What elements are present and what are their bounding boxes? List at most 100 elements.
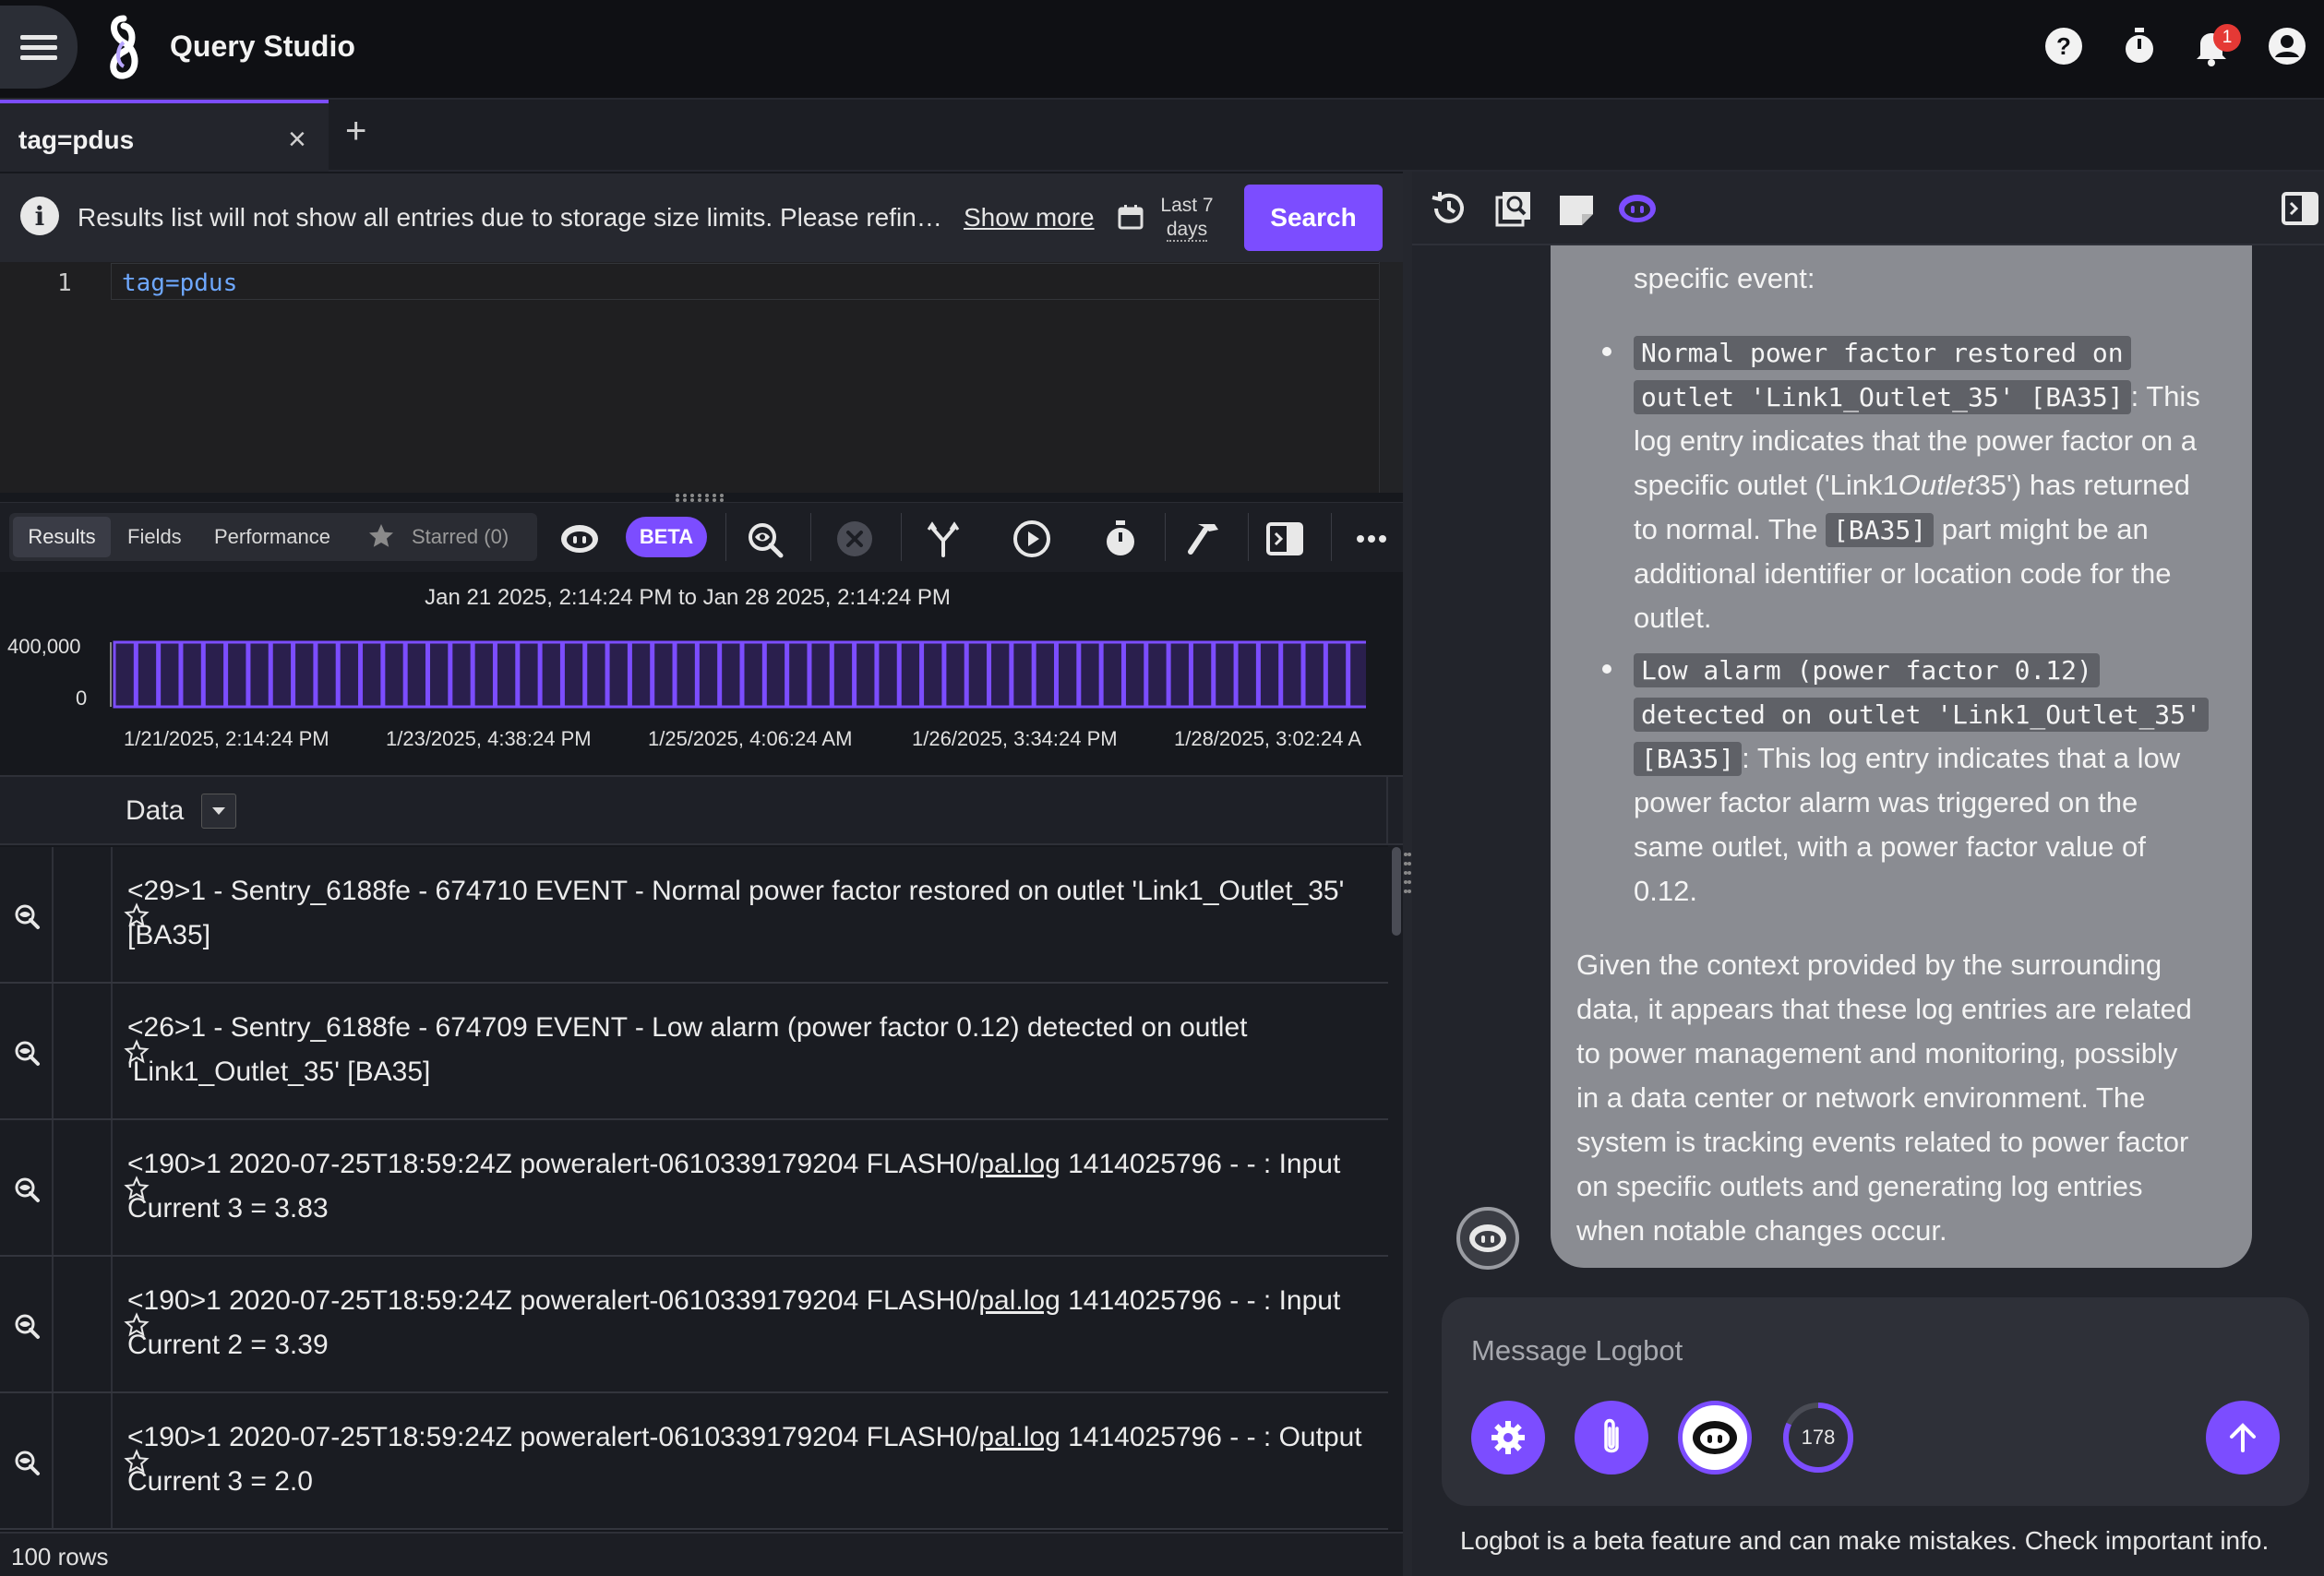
histogram-bar[interactable]: [517, 640, 541, 709]
inspect-icon[interactable]: [13, 1449, 41, 1476]
histogram-bar[interactable]: [876, 640, 900, 709]
file-link[interactable]: pal.log: [978, 1149, 1060, 1179]
histogram-bar[interactable]: [1100, 640, 1124, 709]
row-data[interactable]: <190>1 2020-07-25T18:59:24Z poweralert-0…: [127, 1279, 1373, 1367]
inspect-search-icon[interactable]: [746, 519, 786, 559]
table-scrollbar-thumb[interactable]: [1392, 847, 1401, 936]
table-row[interactable]: <29>1 - Sentry_6188fe - 674710 EVENT - N…: [0, 847, 1388, 984]
table-row[interactable]: <190>1 2020-07-25T18:59:24Z poweralert-0…: [0, 1393, 1388, 1530]
histogram-bar[interactable]: [270, 640, 294, 709]
play-icon[interactable]: [1012, 519, 1052, 559]
send-button[interactable]: [2206, 1401, 2280, 1475]
histogram-bar[interactable]: [1078, 640, 1102, 709]
logbot-icon[interactable]: [559, 519, 600, 559]
note-icon[interactable]: [1556, 188, 1597, 229]
histogram-bar[interactable]: [965, 640, 990, 709]
histogram-bar[interactable]: [1011, 640, 1035, 709]
more-options-icon[interactable]: [1351, 519, 1392, 559]
splitter-grip-icon[interactable]: [1403, 849, 1412, 904]
time-range-selector[interactable]: Last 7 days: [1150, 194, 1224, 242]
histogram-bar[interactable]: [1280, 640, 1304, 709]
histogram-bar[interactable]: [293, 640, 317, 709]
tab-results[interactable]: Results: [13, 517, 111, 557]
histogram-bar[interactable]: [1168, 640, 1192, 709]
histogram-bar[interactable]: [921, 640, 945, 709]
account-icon[interactable]: [2267, 26, 2307, 66]
row-data[interactable]: <26>1 - Sentry_6188fe - 674709 EVENT - L…: [127, 1006, 1373, 1094]
histogram-bar[interactable]: [180, 640, 204, 709]
stopwatch-icon[interactable]: [1100, 519, 1141, 559]
histogram-bar[interactable]: [1257, 640, 1282, 709]
inspect-icon[interactable]: [13, 902, 41, 930]
histogram-bar[interactable]: [1190, 640, 1215, 709]
histogram-bar[interactable]: [539, 640, 563, 709]
histogram-bar[interactable]: [696, 640, 721, 709]
histogram-bar[interactable]: [629, 640, 653, 709]
tab-query-pdus[interactable]: tag=pdus ×: [0, 100, 329, 172]
histogram-bar[interactable]: [427, 640, 451, 709]
histogram-bar[interactable]: [158, 640, 182, 709]
histogram-bar[interactable]: [315, 640, 339, 709]
histogram-bar[interactable]: [449, 640, 473, 709]
histogram-bar[interactable]: [763, 640, 788, 709]
close-tab-icon[interactable]: ×: [288, 122, 306, 158]
row-data[interactable]: <29>1 - Sentry_6188fe - 674710 EVENT - N…: [127, 869, 1373, 958]
histogram-bar[interactable]: [898, 640, 923, 709]
histogram-bar[interactable]: [854, 640, 878, 709]
histogram-bar[interactable]: [135, 640, 160, 709]
model-select-button[interactable]: [1678, 1401, 1752, 1475]
histogram-bar[interactable]: [1056, 640, 1080, 709]
tab-fields[interactable]: Fields: [127, 525, 182, 549]
histogram-bar[interactable]: [674, 640, 698, 709]
histogram-bar[interactable]: [113, 640, 137, 709]
histogram-bar[interactable]: [1213, 640, 1237, 709]
file-link[interactable]: pal.log: [978, 1285, 1060, 1316]
tab-performance[interactable]: Performance: [214, 525, 330, 549]
inspect-icon[interactable]: [13, 1176, 41, 1203]
add-tab-icon[interactable]: +: [345, 111, 366, 152]
row-data[interactable]: <190>1 2020-07-25T18:59:24Z poweralert-0…: [127, 1142, 1373, 1231]
table-row[interactable]: <190>1 2020-07-25T18:59:24Z poweralert-0…: [0, 1120, 1388, 1257]
tab-starred[interactable]: Starred (0): [412, 525, 509, 549]
histogram-bar[interactable]: [494, 640, 519, 709]
histogram-bar[interactable]: [1302, 640, 1326, 709]
inspect-icon[interactable]: [13, 1312, 41, 1340]
search-library-icon[interactable]: [1493, 188, 1534, 229]
histogram-bar[interactable]: [561, 640, 586, 709]
histogram-bar[interactable]: [360, 640, 384, 709]
histogram-bar[interactable]: [1122, 640, 1147, 709]
histogram-bar[interactable]: [606, 640, 630, 709]
collapse-panel-icon[interactable]: [2280, 188, 2320, 229]
file-link[interactable]: pal.log: [978, 1422, 1060, 1452]
show-more-link[interactable]: Show more: [964, 203, 1095, 233]
histogram-bar[interactable]: [943, 640, 967, 709]
resize-grip-icon[interactable]: [672, 493, 731, 502]
histogram-bar[interactable]: [831, 640, 856, 709]
fork-icon[interactable]: [923, 519, 964, 559]
row-data[interactable]: <190>1 2020-07-25T18:59:24Z poweralert-0…: [127, 1415, 1373, 1504]
histogram-bar[interactable]: [1033, 640, 1058, 709]
table-scrollbar[interactable]: [1388, 845, 1403, 1530]
logbot-active-icon[interactable]: [1617, 188, 1658, 229]
history-icon[interactable]: [1429, 188, 1469, 229]
table-row[interactable]: <26>1 - Sentry_6188fe - 674709 EVENT - L…: [0, 984, 1388, 1120]
histogram-bar[interactable]: [1145, 640, 1169, 709]
query-text[interactable]: tag=pdus: [122, 269, 237, 297]
inspect-icon[interactable]: [13, 1039, 41, 1067]
histogram-bar[interactable]: [472, 640, 496, 709]
message-input[interactable]: Message Logbot: [1471, 1334, 1683, 1367]
histogram-bar[interactable]: [382, 640, 406, 709]
histogram-bar[interactable]: [202, 640, 227, 709]
histogram-bar[interactable]: [786, 640, 810, 709]
histogram-bar[interactable]: [741, 640, 765, 709]
histogram-bar[interactable]: [1235, 640, 1259, 709]
hamburger-menu-button[interactable]: [0, 6, 78, 89]
column-header-data[interactable]: Data: [126, 795, 184, 827]
search-button[interactable]: Search: [1244, 185, 1383, 251]
histogram-bar[interactable]: [719, 640, 743, 709]
editor-scrollbar[interactable]: [1379, 262, 1403, 493]
timer-icon[interactable]: [2119, 26, 2160, 66]
column-menu-button[interactable]: [201, 794, 236, 829]
help-icon[interactable]: ?: [2043, 26, 2084, 66]
histogram-bar[interactable]: [225, 640, 249, 709]
